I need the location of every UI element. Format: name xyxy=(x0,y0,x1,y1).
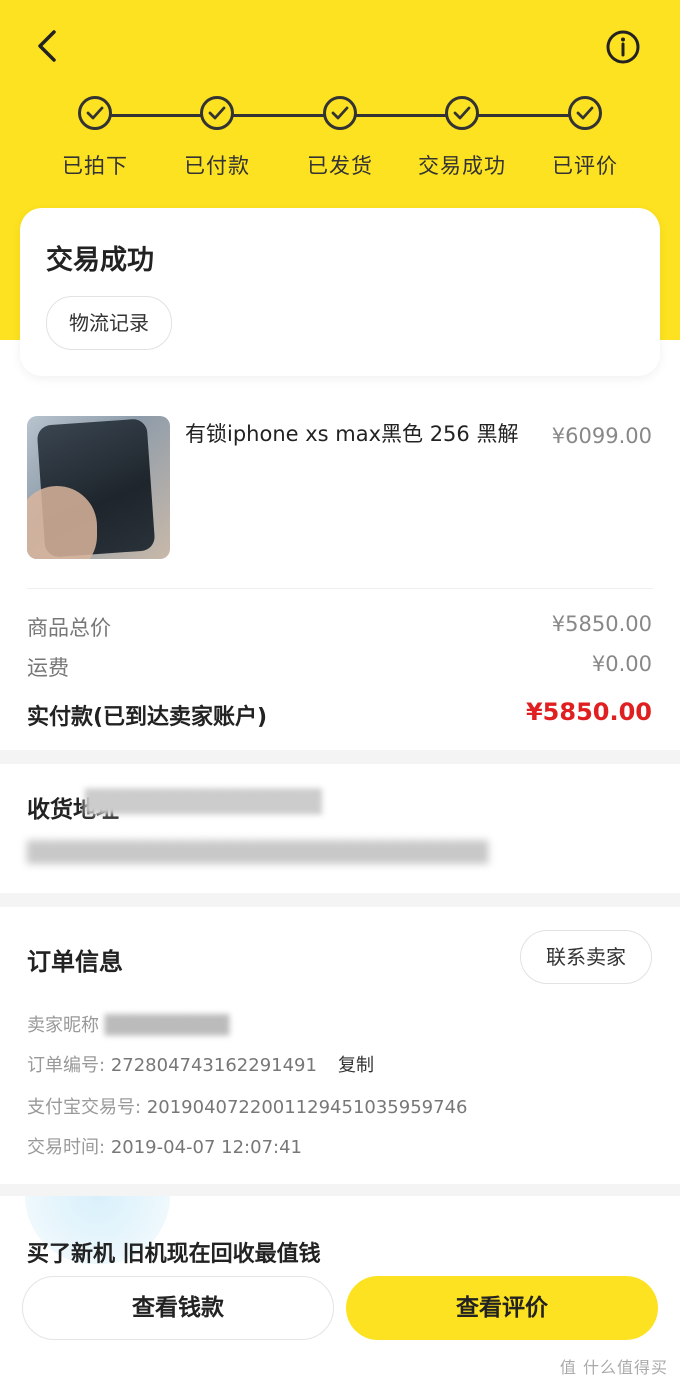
check-icon xyxy=(445,96,479,130)
divider xyxy=(27,588,653,589)
step-item: 交易成功 xyxy=(402,92,522,180)
product-price: ¥6099.00 xyxy=(551,424,652,448)
step-label: 已发货 xyxy=(307,154,373,178)
trade-time-label: 交易时间: xyxy=(27,1137,106,1158)
step-item: 已发货 xyxy=(280,92,400,180)
section-divider xyxy=(0,750,680,764)
product-title[interactable]: 有锁iphone xs max黑色 256 黑解 xyxy=(185,418,525,450)
step-label: 已评价 xyxy=(552,154,618,178)
trade-time-row: 交易时间: 2019-04-07 12:07:41 xyxy=(27,1133,302,1159)
info-circle-icon[interactable] xyxy=(603,27,643,67)
order-number-row: 订单编号: 272804743162291491 xyxy=(27,1051,317,1077)
step-label: 已拍下 xyxy=(62,154,128,178)
section-divider xyxy=(0,893,680,907)
goods-total-value: ¥5850.00 xyxy=(551,612,652,636)
product-image[interactable] xyxy=(27,416,170,559)
chevron-left-icon[interactable] xyxy=(30,26,70,66)
promo-banner-text[interactable]: 买了新机 旧机现在回收最值钱 xyxy=(27,1236,321,1268)
trade-time-value: 2019-04-07 12:07:41 xyxy=(110,1137,302,1158)
step-label: 交易成功 xyxy=(418,154,506,178)
paid-value: ¥5850.00 xyxy=(525,698,652,726)
order-info-title: 订单信息 xyxy=(27,948,123,976)
copy-order-number-button[interactable]: 复制 xyxy=(338,1051,374,1077)
logistics-record-button[interactable]: 物流记录 xyxy=(46,296,172,350)
step-item: 已付款 xyxy=(157,92,277,180)
check-icon xyxy=(78,96,112,130)
seller-nickname-label: 卖家昵称 xyxy=(27,1015,99,1036)
view-payment-button[interactable]: 查看钱款 xyxy=(22,1276,334,1340)
step-item: 已拍下 xyxy=(35,92,155,180)
step-item: 已评价 xyxy=(525,92,645,180)
seller-nickname-row: 卖家昵称 █████████ xyxy=(27,1011,229,1037)
shipping-value: ¥0.00 xyxy=(591,652,652,676)
alipay-number-value: 2019040722001129451035959746 xyxy=(146,1097,468,1118)
check-icon xyxy=(323,96,357,130)
view-review-button[interactable]: 查看评价 xyxy=(346,1276,658,1340)
address-contact-redacted: ██████████████ xyxy=(85,790,322,815)
order-number-value: 272804743162291491 xyxy=(110,1055,317,1076)
alipay-number-label: 支付宝交易号: xyxy=(27,1097,142,1118)
paid-label: 实付款(已到达卖家账户) xyxy=(27,705,268,730)
address-detail-redacted: ██████████████████████████████ xyxy=(27,840,489,864)
section-divider xyxy=(0,1184,680,1196)
alipay-number-row: 支付宝交易号: 2019040722001129451035959746 xyxy=(27,1093,467,1119)
check-icon xyxy=(200,96,234,130)
order-progress-steps: 已拍下 已付款 已发货 交易成功 已评价 xyxy=(0,92,680,182)
status-card: 交易成功 物流记录 xyxy=(20,208,660,376)
seller-nickname-redacted: █████████ xyxy=(104,1015,230,1036)
order-number-label: 订单编号: xyxy=(27,1055,106,1076)
status-title: 交易成功 xyxy=(46,245,154,276)
goods-total-label: 商品总价 xyxy=(27,616,111,640)
step-label: 已付款 xyxy=(184,154,250,178)
contact-seller-button[interactable]: 联系卖家 xyxy=(520,930,652,984)
check-icon xyxy=(568,96,602,130)
shipping-label: 运费 xyxy=(27,656,69,680)
watermark-text: 值 什么值得买 xyxy=(559,1358,668,1377)
